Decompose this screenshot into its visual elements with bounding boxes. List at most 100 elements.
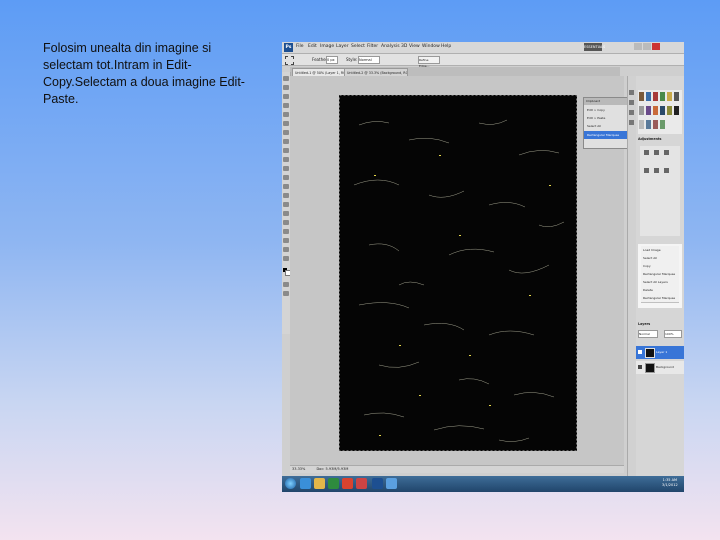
- marquee-tool-icon[interactable]: [283, 85, 289, 90]
- style-select[interactable]: Normal: [358, 56, 380, 64]
- swatch[interactable]: [667, 92, 672, 101]
- close-icon[interactable]: [652, 43, 660, 50]
- actions-panel-icon[interactable]: [629, 120, 634, 125]
- menu-help[interactable]: Help: [441, 44, 451, 49]
- swatch[interactable]: [653, 120, 658, 129]
- healing-brush-tool-icon[interactable]: [283, 130, 289, 135]
- menu-view[interactable]: View: [409, 44, 420, 49]
- menu-image[interactable]: Image: [320, 44, 334, 49]
- layer-row[interactable]: Background: [636, 361, 684, 374]
- refine-edge-button[interactable]: Refine Edge...: [418, 56, 440, 68]
- copy-panel-item[interactable]: Select All: [587, 124, 601, 128]
- slide-caption: Folosim unealta din imagine si selectam …: [43, 41, 245, 106]
- quick-mask-icon[interactable]: [283, 282, 289, 287]
- 3d-rotate-tool-icon[interactable]: [283, 238, 289, 243]
- history-brush-tool-icon[interactable]: [283, 157, 289, 162]
- brush-tool-icon[interactable]: [283, 139, 289, 144]
- lasso-tool-icon[interactable]: [283, 94, 289, 99]
- eraser-tool-icon[interactable]: [283, 166, 289, 171]
- swatch[interactable]: [646, 92, 651, 101]
- adjustments-panel-title[interactable]: Adjustments: [638, 137, 661, 141]
- eye-icon[interactable]: [638, 350, 642, 354]
- options-bar: Feather: 0 px Style: Normal Refine Edge.…: [282, 54, 684, 68]
- swatch[interactable]: [674, 92, 679, 101]
- feather-input[interactable]: 0 px: [326, 56, 338, 64]
- brush-panel-icon[interactable]: [629, 100, 634, 105]
- internet-explorer-icon[interactable]: [300, 478, 311, 489]
- swatch[interactable]: [674, 106, 679, 115]
- eye-icon[interactable]: [638, 365, 642, 369]
- menu-analysis[interactable]: Analysis: [381, 44, 400, 49]
- blend-mode-select[interactable]: Normal: [638, 330, 658, 338]
- layer-name[interactable]: Background: [656, 361, 674, 374]
- dodge-tool-icon[interactable]: [283, 193, 289, 198]
- photoshop-taskbar-icon[interactable]: [372, 478, 383, 489]
- style-label: Style:: [346, 57, 358, 62]
- menu-select[interactable]: Select: [351, 44, 365, 49]
- marquee-tool-icon[interactable]: [285, 56, 294, 65]
- hue-saturation-icon[interactable]: [644, 168, 649, 173]
- quick-select-tool-icon[interactable]: [283, 103, 289, 108]
- workspace-button[interactable]: ESSENTIALS: [584, 43, 605, 51]
- minimize-icon[interactable]: [634, 43, 642, 50]
- gradient-tool-icon[interactable]: [283, 175, 289, 180]
- menu-window[interactable]: Window: [422, 44, 440, 49]
- swatch[interactable]: [639, 120, 644, 129]
- opacity-input[interactable]: 100%: [664, 330, 682, 338]
- swatch[interactable]: [646, 120, 651, 129]
- shape-tool-icon[interactable]: [283, 229, 289, 234]
- eyedropper-tool-icon[interactable]: [283, 121, 289, 126]
- clone-stamp-tool-icon[interactable]: [283, 148, 289, 153]
- hand-tool-icon[interactable]: [283, 247, 289, 252]
- history-panel-icon[interactable]: [629, 90, 634, 95]
- swatch[interactable]: [653, 92, 658, 101]
- layer-row-selected[interactable]: Layer 1: [636, 346, 684, 359]
- blur-tool-icon[interactable]: [283, 184, 289, 189]
- menu-file[interactable]: File: [296, 44, 304, 49]
- history-item[interactable]: Rectangular Marquee: [641, 294, 679, 303]
- move-tool-icon[interactable]: [283, 76, 289, 81]
- document-canvas[interactable]: [339, 95, 577, 451]
- chrome-icon[interactable]: [342, 478, 353, 489]
- explorer-folder-icon[interactable]: [314, 478, 325, 489]
- media-player-icon[interactable]: [328, 478, 339, 489]
- copy-panel-item[interactable]: Rectangular Marquee: [587, 133, 619, 137]
- system-clock[interactable]: 1:35 AM 3/1/2012: [662, 478, 678, 488]
- app-icon[interactable]: [356, 478, 367, 489]
- crop-tool-icon[interactable]: [283, 112, 289, 117]
- swatch[interactable]: [667, 106, 672, 115]
- type-tool-icon[interactable]: [283, 211, 289, 216]
- menu-edit[interactable]: Edit: [308, 44, 317, 49]
- copy-panel-item[interactable]: Edit > Paste: [587, 116, 605, 120]
- layer-name[interactable]: Layer 1: [656, 346, 667, 359]
- levels-icon[interactable]: [654, 150, 659, 155]
- swatch[interactable]: [646, 106, 651, 115]
- menu-3d[interactable]: 3D: [401, 44, 407, 49]
- swatch[interactable]: [639, 106, 644, 115]
- menu-filter[interactable]: Filter: [367, 44, 378, 49]
- swatch[interactable]: [653, 106, 658, 115]
- maximize-icon[interactable]: [643, 43, 651, 50]
- app-icon[interactable]: [386, 478, 397, 489]
- character-panel-icon[interactable]: [629, 110, 634, 115]
- curves-icon[interactable]: [664, 150, 669, 155]
- document-tab-bar: Untitled-1 @ 50% (Layer 1, RGB/8) Untitl…: [290, 67, 620, 78]
- copy-panel-item[interactable]: Edit > Copy: [587, 108, 605, 112]
- start-button-icon[interactable]: [285, 478, 296, 489]
- screen-mode-icon[interactable]: [283, 291, 289, 296]
- layers-panel-title[interactable]: Layers: [638, 322, 650, 326]
- scratched-texture-image: [339, 95, 577, 451]
- swatch[interactable]: [639, 92, 644, 101]
- brightness-icon[interactable]: [644, 150, 649, 155]
- swatch[interactable]: [660, 120, 665, 129]
- pen-tool-icon[interactable]: [283, 202, 289, 207]
- windows-taskbar: 1:35 AM 3/1/2012: [282, 476, 684, 492]
- swatch[interactable]: [660, 106, 665, 115]
- zoom-tool-icon[interactable]: [283, 256, 289, 261]
- path-selection-tool-icon[interactable]: [283, 220, 289, 225]
- black-white-icon[interactable]: [664, 168, 669, 173]
- zoom-level[interactable]: 33.33%: [290, 467, 305, 471]
- swatch[interactable]: [660, 92, 665, 101]
- color-balance-icon[interactable]: [654, 168, 659, 173]
- menu-layer[interactable]: Layer: [336, 44, 349, 49]
